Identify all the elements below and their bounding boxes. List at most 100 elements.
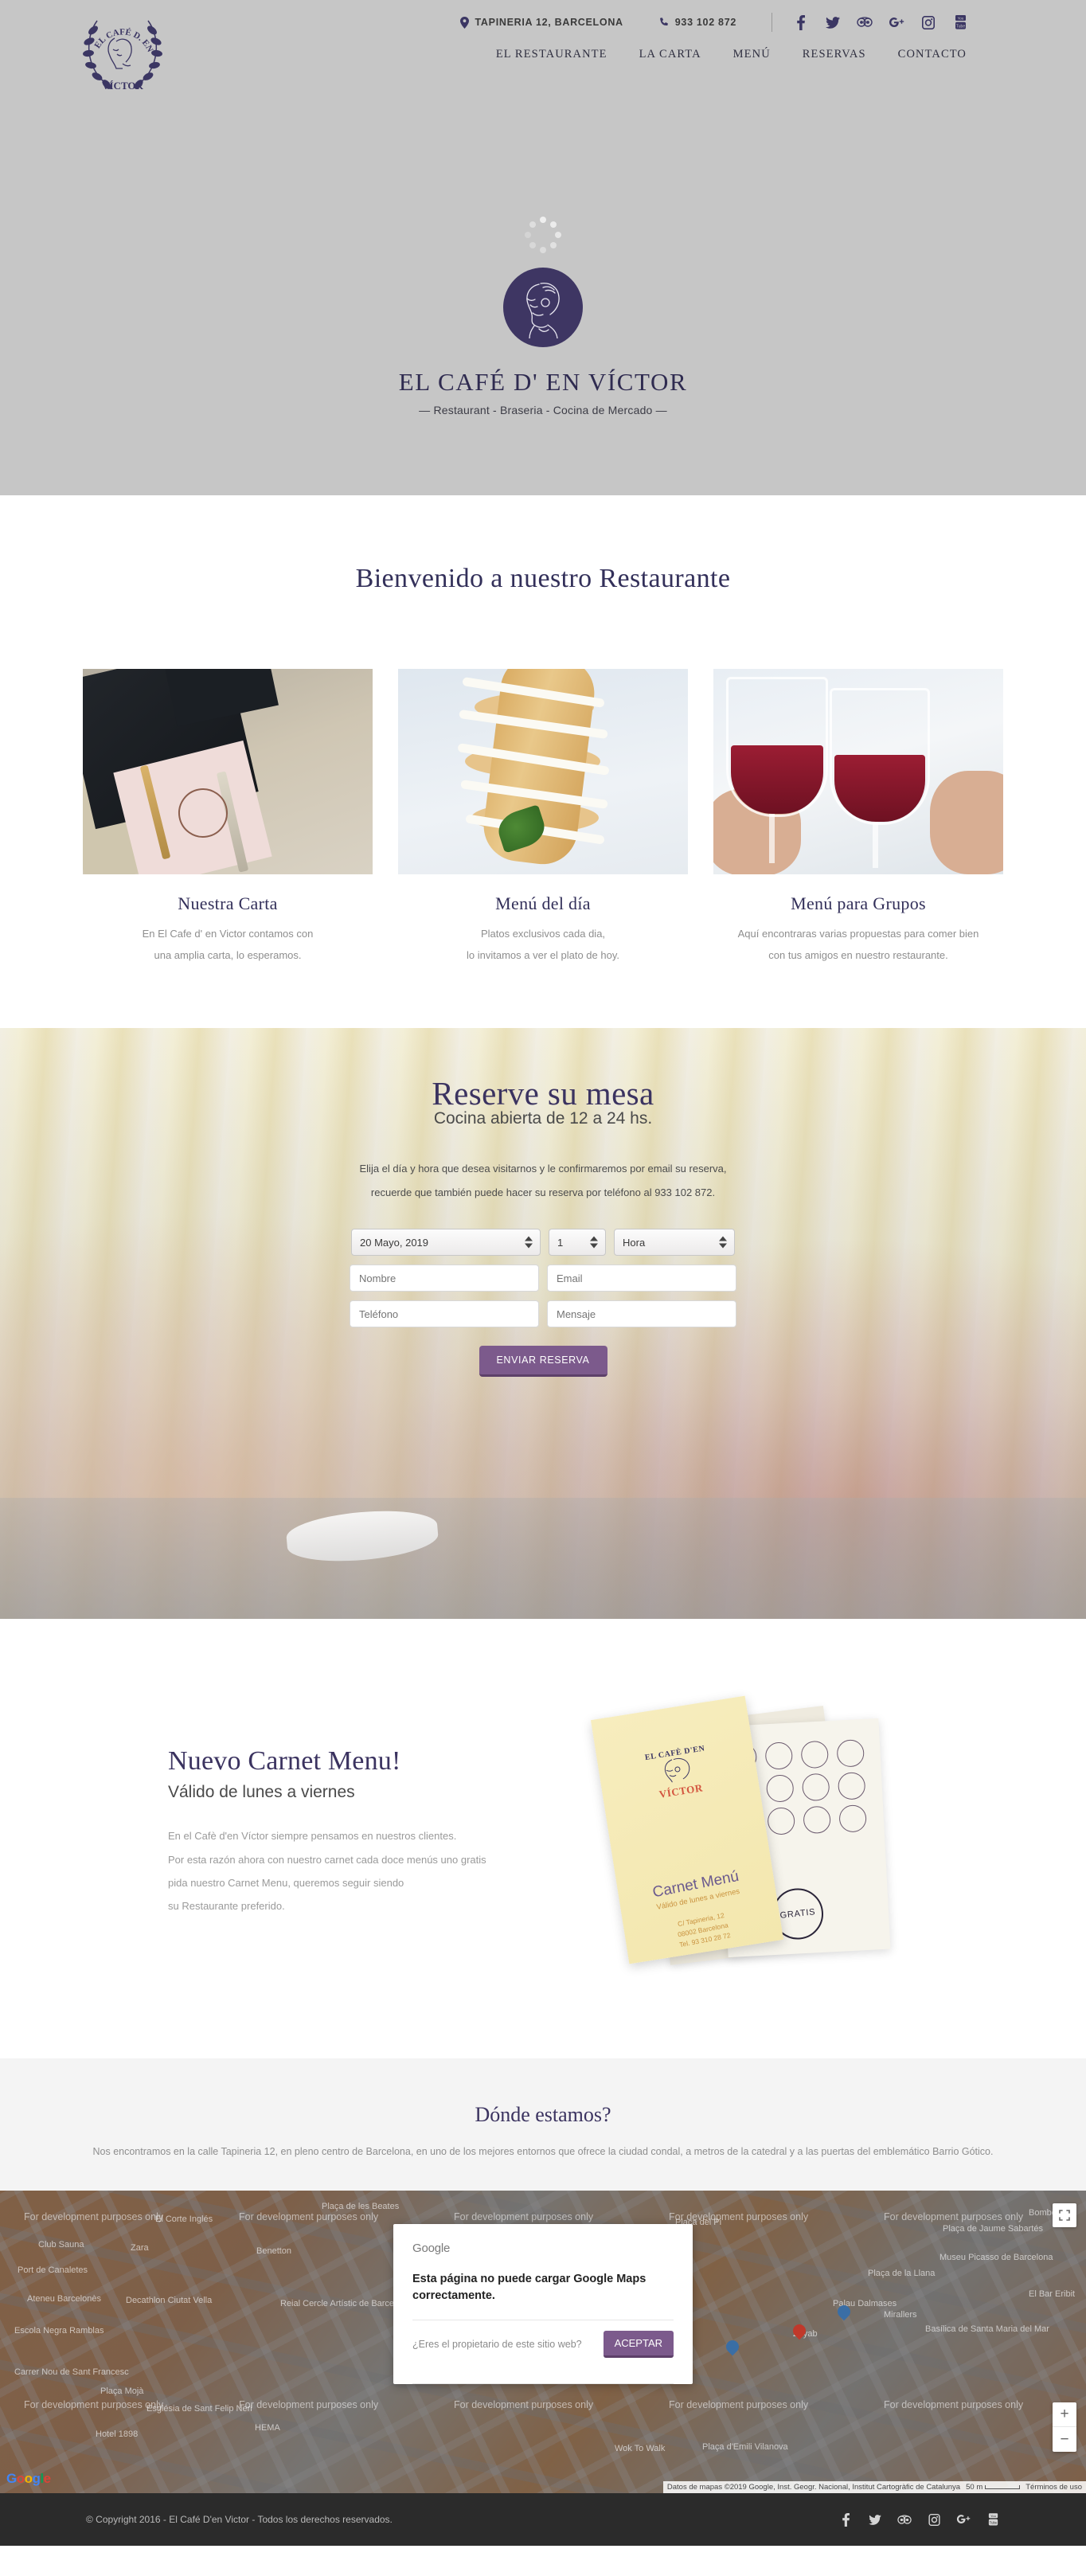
carnet-line-2: Por esta razón ahora con nuestro carnet … [168,1853,486,1866]
feature-cards: Nuestra Carta En El Cafe d' en Victor co… [0,669,1086,1028]
map-place-label: Reial Cercle Artístic de Barcelona [280,2299,411,2309]
feature-card-menu-dia[interactable]: Menú del día Platos exclusivos cada dia,… [398,669,688,966]
map-place-label: Benetton [256,2246,292,2257]
google-plus-icon[interactable] [956,2512,971,2527]
menu-folder-photo [83,669,373,874]
map-place-label: Plaça de la Llana [868,2269,936,2279]
reservation-row-1: 20 Mayo, 2019 1 Hora [0,1229,1086,1257]
twitter-icon[interactable] [868,2512,882,2527]
hero-subtitle: — Restaurant - Braseria - Cocina de Merc… [419,404,667,416]
email-input[interactable] [547,1265,736,1292]
fullscreen-icon[interactable] [1053,2203,1076,2228]
footer-social-links: You Tube [838,2512,1000,2527]
guests-select[interactable]: 1 [549,1229,606,1257]
zoom-out-button[interactable]: − [1053,2427,1076,2452]
map-place-label: El Bar Eribit [1029,2289,1076,2300]
map-watermark: For development purposes only [239,2211,379,2223]
stamp-circle [764,1741,793,1770]
welcome-section: Bienvenido a nuestro Restaurante Nuestra… [0,495,1086,1028]
message-input[interactable] [547,1300,736,1328]
nav-item-el-restaurante[interactable]: EL RESTAURANTE [496,48,607,61]
map-place-label: Plaça de les Beates [322,2202,400,2212]
stamp-circle [766,1774,795,1803]
date-value: 20 Mayo, 2019 [360,1236,429,1249]
header-right: TAPINERIA 12, BARCELONA 933 102 872 You … [299,0,968,61]
name-input[interactable] [350,1265,539,1292]
opening-hours-text: Cocina abierta de 12 a 24 hs. [433,1109,653,1128]
youtube-icon[interactable]: You Tube [986,2512,1000,2527]
map-place-label: Museu Picasso de Barcelona [940,2253,1053,2263]
carnet-card-illustration: GRATIS EL CAFÈ D'EN VÍCTOR Carnet Menú V… [579,1692,929,1971]
nav-item-reservas[interactable]: RESERVAS [803,48,866,61]
tripadvisor-icon[interactable] [897,2512,912,2527]
carnet-logo-icon: EL CAFÈ D'EN VÍCTOR [643,1744,714,1809]
hero-title: EL CAFÉ D' EN VÍCTOR [398,368,688,396]
map-watermark: For development purposes only [669,2211,809,2223]
stamp-circle [836,1739,865,1768]
map-place-label: HEMA [255,2423,280,2433]
map-scale-bar [985,2485,1021,2490]
location-paragraph: Nos encontramos en la calle Tapineria 12… [92,2146,994,2158]
logo-badge[interactable]: EL CAFÉ D. EN VÍCTOR 25 AÑOS [73,3,172,99]
dialog-message: Esta página no puede cargar Google Maps … [412,2273,647,2303]
map-place-label: Plaça d'Emili Vilanova [702,2442,788,2453]
map-zoom-controls[interactable]: + − [1053,2402,1076,2453]
spinner-arrows-icon [719,1236,727,1249]
map-watermark: For development purposes only [884,2399,1024,2411]
dialog-owner-question: ¿Eres el propietario de este sitio web? [412,2339,582,2351]
google-plus-icon[interactable] [889,14,904,31]
map-watermark: For development purposes only [24,2211,164,2223]
svg-text:You: You [990,2514,996,2518]
reservation-row-3 [0,1300,1086,1328]
plate-decoration [284,1506,440,1567]
dialog-divider-bottom [412,2383,674,2385]
svg-text:You: You [957,16,963,20]
map-place-label: Carrer Nou de Sant Francesc [14,2367,129,2378]
map-watermark: For development purposes only [239,2399,379,2411]
map-pin-icon [459,16,469,29]
instagram-icon[interactable] [920,14,936,31]
facebook-icon[interactable] [838,2512,853,2527]
nav-item-la-carta[interactable]: LA CARTA [639,48,701,61]
victor-portrait-icon [503,268,583,347]
twitter-icon[interactable] [825,14,841,31]
map-place-label: Port de Canaletes [18,2265,88,2276]
map-place-label: El Corte Inglés [155,2214,213,2225]
map-scale: 50 m [966,2483,1021,2492]
wine-toast-photo [713,669,1003,874]
feature-card-grupos[interactable]: Menú para Grupos Aquí encontraras varias… [713,669,1003,966]
send-reservation-button[interactable]: ENVIAR RESERVA [479,1346,607,1378]
main-navigation: EL RESTAURANTE LA CARTA MENÚ RESERVAS CO… [299,37,968,61]
instagram-icon[interactable] [927,2512,941,2527]
phone-icon [658,17,669,28]
youtube-icon[interactable]: You Tube [952,14,968,31]
map-terms-link[interactable]: Términos de uso [1025,2483,1082,2492]
svg-text:Tube: Tube [989,2521,997,2525]
zoom-in-button[interactable]: + [1053,2402,1076,2428]
svg-text:Tube: Tube [955,24,964,29]
stamp-circle [803,1806,831,1835]
map-attribution-text: Datos de mapas ©2019 Google, Inst. Geogr… [666,2483,961,2492]
nav-item-menu[interactable]: MENÚ [733,48,771,61]
map-scale-label: 50 m [966,2483,983,2492]
feature-card-line1: En El Cafe d' en Victor contamos con [142,928,314,940]
date-select[interactable]: 20 Mayo, 2019 [351,1229,541,1257]
map-place-label: Zara [131,2243,149,2254]
facebook-icon[interactable] [793,14,809,31]
phone-block[interactable]: 933 102 872 [658,17,736,28]
map-watermark: For development purposes only [669,2399,809,2411]
feature-card-carta[interactable]: Nuestra Carta En El Cafe d' en Victor co… [83,669,373,966]
tripadvisor-icon[interactable] [857,14,873,31]
daily-dish-photo [398,669,688,874]
spinner-arrows-icon [590,1236,598,1249]
site-footer: © Copyright 2016 - El Café D'en Victor -… [0,2493,1086,2547]
time-select[interactable]: Hora [614,1229,735,1257]
google-map[interactable]: El Corte Inglés Plaça de les Beates Plaça … [0,2191,1086,2494]
dialog-accept-button[interactable]: ACEPTAR [603,2331,674,2359]
carnet-line-1: En el Cafè d'en Víctor siempre pensamos … [168,1830,457,1843]
reservation-form: 20 Mayo, 2019 1 Hora Nombre Email Teléfo… [0,1229,1086,1378]
svg-text:EL CAFÉ D. EN: EL CAFÉ D. EN [92,27,154,53]
phone-input[interactable] [350,1300,539,1328]
nav-item-contacto[interactable]: CONTACTO [898,48,967,61]
carnet-section: Nuevo Carnet Menu! Válido de lunes a vie… [0,1619,1086,2058]
